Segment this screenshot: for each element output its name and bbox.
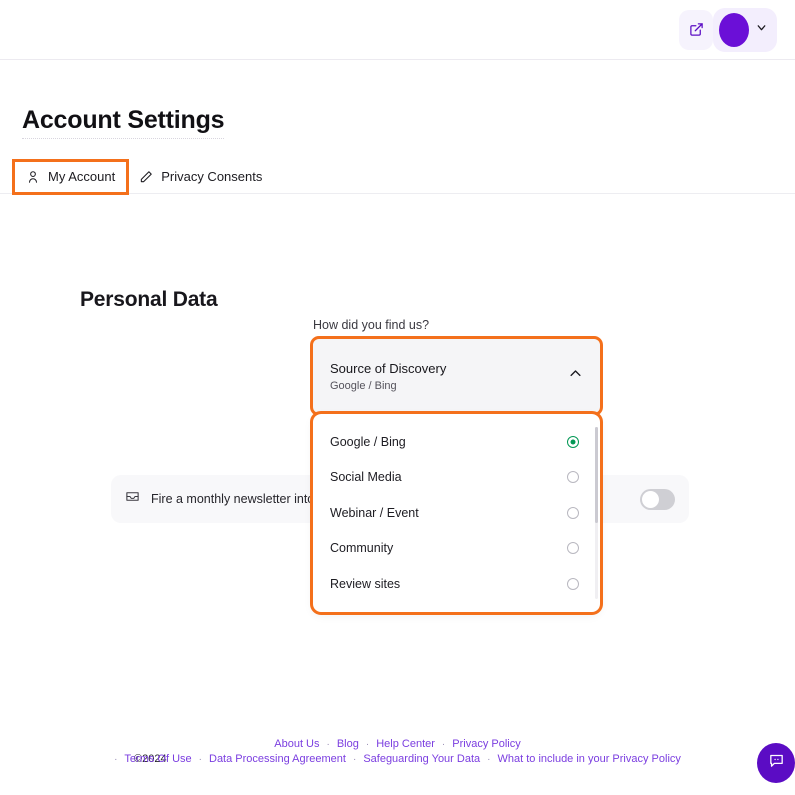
tab-my-account[interactable]: My Account <box>14 161 127 193</box>
dropdown-option-webinar-event[interactable]: Webinar / Event <box>313 495 593 531</box>
footer-link-terms-of-use[interactable]: Terms Of Use <box>124 753 191 765</box>
pencil-icon <box>139 170 153 184</box>
chevron-down-icon <box>755 21 768 39</box>
external-link-icon <box>689 22 704 37</box>
option-label: Community <box>330 541 567 555</box>
inbox-icon <box>125 489 140 509</box>
footer-separator: · <box>114 754 117 765</box>
option-label: Webinar / Event <box>330 506 567 520</box>
footer-link-about-us[interactable]: About Us <box>274 738 319 750</box>
footer-link-blog[interactable]: Blog <box>337 738 359 750</box>
dropdown-question-label: How did you find us? <box>313 318 429 332</box>
chevron-up-icon <box>568 366 583 386</box>
radio-icon[interactable] <box>567 578 579 590</box>
option-label: Social Media <box>330 470 567 484</box>
dropdown-option-community[interactable]: Community <box>313 531 593 567</box>
footer-links-row-2: · Terms Of Use · Data Processing Agreeme… <box>114 753 681 765</box>
footer-links-row-1: About Us · Blog · Help Center · Privacy … <box>274 738 520 750</box>
dropdown-option-social-media[interactable]: Social Media <box>313 460 593 496</box>
section-heading-personal-data: Personal Data <box>80 288 217 312</box>
dropdown-option-review-sites[interactable]: Review sites <box>313 566 593 602</box>
radio-icon[interactable] <box>567 507 579 519</box>
avatar <box>719 13 749 47</box>
footer-link-help-center[interactable]: Help Center <box>376 738 435 750</box>
footer-links: About Us · Blog · Help Center · Privacy … <box>0 738 795 765</box>
newsletter-toggle[interactable] <box>640 489 675 510</box>
chat-bubble-icon <box>768 752 785 774</box>
dropdown-option-google-bing[interactable]: Google / Bing <box>313 424 593 460</box>
footer-link-data-processing-agreement[interactable]: Data Processing Agreement <box>209 753 346 765</box>
footer-separator: · <box>366 739 369 750</box>
footer-separator: · <box>442 739 445 750</box>
dropdown-title: Source of Discovery <box>330 361 568 376</box>
tab-privacy-consents[interactable]: Privacy Consents <box>127 161 274 193</box>
footer-separator: · <box>487 754 490 765</box>
chat-support-button[interactable] <box>757 743 795 783</box>
footer-separator: · <box>327 739 330 750</box>
radio-selected-icon[interactable] <box>567 436 579 448</box>
user-icon <box>26 170 40 184</box>
footer-link-what-to-include[interactable]: What to include in your Privacy Policy <box>497 753 680 765</box>
radio-icon[interactable] <box>567 542 579 554</box>
tab-label: My Account <box>48 169 115 184</box>
footer-link-privacy-policy[interactable]: Privacy Policy <box>452 738 520 750</box>
page-title: Account Settings <box>22 106 224 139</box>
source-of-discovery-dropdown-list: Google / Bing Social Media Webinar / Eve… <box>313 414 600 612</box>
account-menu-button[interactable] <box>713 8 777 52</box>
footer-separator: · <box>353 754 356 765</box>
dropdown-selected-value: Google / Bing <box>330 380 568 392</box>
footer-separator: · <box>199 754 202 765</box>
radio-icon[interactable] <box>567 471 579 483</box>
option-label: Google / Bing <box>330 435 567 449</box>
source-of-discovery-dropdown-trigger[interactable]: Source of Discovery Google / Bing <box>313 339 600 413</box>
top-header-bar <box>0 0 795 60</box>
option-label: Review sites <box>330 577 567 591</box>
footer-link-safeguarding-your-data[interactable]: Safeguarding Your Data <box>363 753 480 765</box>
tab-label: Privacy Consents <box>161 169 262 184</box>
external-link-button[interactable] <box>679 10 713 50</box>
tab-bar: My Account Privacy Consents <box>0 160 795 194</box>
dropdown-scrollbar-thumb[interactable] <box>595 427 598 523</box>
